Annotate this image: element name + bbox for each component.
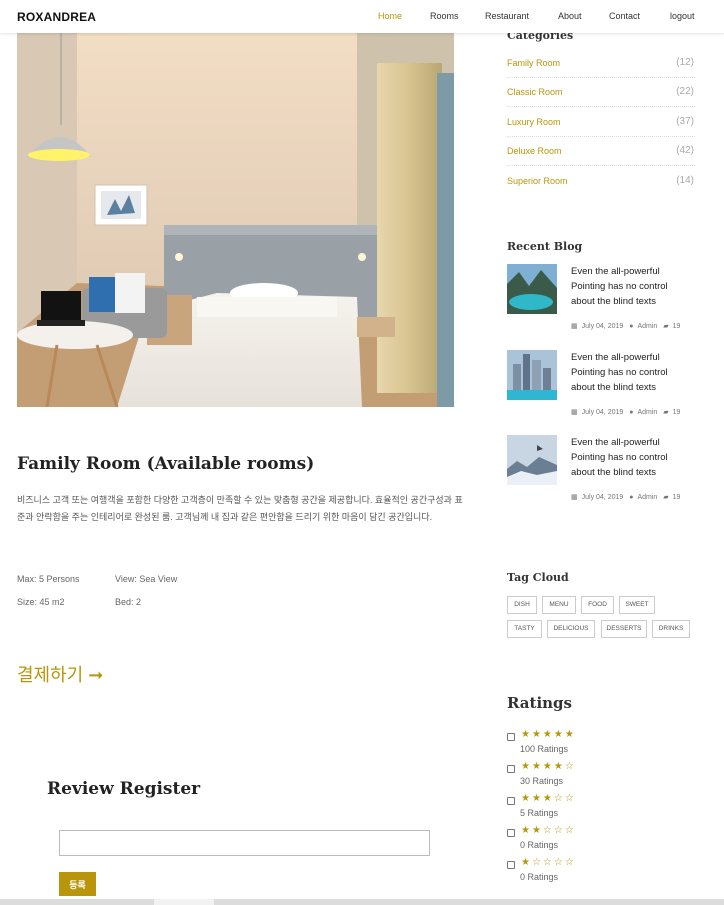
nav-contact[interactable]: Contact [609,11,640,21]
blog-meta: ▦ July 04, 2019 ● Admin ▰ 19 [571,493,684,501]
arrow-right-icon: ➞ [88,665,104,685]
rating-label: 100 Ratings [520,744,569,754]
blog-thumbnail[interactable] [507,264,557,314]
rating-filter-1[interactable]: ★☆☆☆☆ 0 Ratings [507,857,627,892]
room-title: Family Room (Available rooms) [17,454,315,474]
blog-title[interactable]: Even the all-powerful Pointing has no co… [571,350,691,395]
star-rating-icon: ★★★★★ [521,729,576,740]
nav-restaurant[interactable]: Restaurant [485,11,529,21]
rating-filter-2[interactable]: ★★☆☆☆ 0 Ratings [507,825,627,860]
nav-about[interactable]: About [558,11,582,21]
review-submit-button[interactable]: 등록 [59,872,96,896]
rating-filter-4[interactable]: ★★★★☆ 30 Ratings [507,761,627,796]
tag-tasty[interactable]: TASTY [507,620,542,638]
tag-cloud-heading: Tag Cloud [507,571,569,584]
blog-item: Even the all-powerful Pointing has no co… [507,350,697,430]
tag-delicious[interactable]: DELICIOUS [547,620,595,638]
category-count: (42) [676,145,694,156]
category-item-deluxe[interactable]: Deluxe Room (42) [507,137,695,166]
category-count: (14) [676,175,694,186]
category-name[interactable]: Family Room [507,58,560,68]
tag-drinks[interactable]: DRINKS [652,620,690,638]
blog-thumbnail[interactable] [507,435,557,485]
category-name[interactable]: Classic Room [507,87,563,97]
star-rating-icon: ★★★★☆ [521,761,576,772]
category-item-luxury[interactable]: Luxury Room (37) [507,108,695,137]
star-rating-icon: ★★★☆☆ [521,793,576,804]
category-name[interactable]: Superior Room [507,176,568,186]
nav-links: Home Rooms Restaurant About Contact logo… [0,11,724,25]
category-item-superior[interactable]: Superior Room (14) [507,167,695,196]
calendar-icon: ▦ [571,323,578,330]
blog-comments: 19 [672,494,681,501]
scrollbar-thumb[interactable] [154,899,214,905]
blog-thumbnail[interactable] [507,350,557,400]
rating-checkbox[interactable] [507,797,515,805]
blog-comments: 19 [672,409,681,416]
blog-date: July 04, 2019 [581,409,624,416]
blog-title[interactable]: Even the all-powerful Pointing has no co… [571,264,691,309]
blog-item: Even the all-powerful Pointing has no co… [507,435,697,515]
comment-icon: ▰ [663,409,669,416]
category-count: (12) [676,57,694,68]
star-rating-icon: ★★☆☆☆ [521,825,576,836]
category-name[interactable]: Deluxe Room [507,146,562,156]
room-description: 비즈니스 고객 또는 여행객을 포함한 다양한 고객층이 만족할 수 있는 맞춤… [17,495,463,522]
rating-checkbox[interactable] [507,861,515,869]
category-name[interactable]: Luxury Room [507,117,561,127]
tag-sweet[interactable]: SWEET [619,596,655,614]
category-count: (22) [676,86,694,97]
blog-meta: ▦ July 04, 2019 ● Admin ▰ 19 [571,322,684,330]
rating-label: 0 Ratings [520,872,559,882]
tag-dish[interactable]: DISH [507,596,537,614]
blog-meta: ▦ July 04, 2019 ● Admin ▰ 19 [571,408,684,416]
rating-label: 5 Ratings [520,808,559,818]
rating-checkbox[interactable] [507,733,515,741]
blog-author: Admin [637,494,658,501]
tag-desserts[interactable]: DESSERTS [601,620,647,638]
room-bed: Bed: 2 [115,597,142,607]
review-register-title: Review Register [47,779,201,799]
person-icon: ● [629,323,634,330]
nav-home[interactable]: Home [378,11,402,21]
top-navbar: ROXANDREA Home Rooms Restaurant About Co… [0,0,724,33]
nav-rooms[interactable]: Rooms [430,11,459,21]
blog-comments: 19 [672,323,681,330]
person-icon: ● [629,409,634,416]
category-item-classic[interactable]: Classic Room (22) [507,78,695,107]
room-size: Size: 45 m2 [17,597,65,607]
rating-filter-5[interactable]: ★★★★★ 100 Ratings [507,729,627,764]
comment-icon: ▰ [663,494,669,501]
category-item-family[interactable]: Family Room (12) [507,49,695,78]
blog-author: Admin [637,323,658,330]
room-photo [17,33,454,407]
category-count: (37) [676,116,694,127]
blog-item: Even the all-powerful Pointing has no co… [507,264,697,344]
calendar-icon: ▦ [571,494,578,501]
rating-checkbox[interactable] [507,765,515,773]
blog-title[interactable]: Even the all-powerful Pointing has no co… [571,435,691,480]
checkout-label: 결제하기 [17,665,84,685]
tag-food[interactable]: FOOD [581,596,614,614]
recent-blog-heading: Recent Blog [507,240,583,253]
tag-menu[interactable]: MENU [542,596,576,614]
review-textarea[interactable] [59,830,430,856]
blog-date: July 04, 2019 [581,323,624,330]
checkout-link[interactable]: 결제하기 ➞ [17,661,103,687]
comment-icon: ▰ [663,323,669,330]
rating-filter-3[interactable]: ★★★☆☆ 5 Ratings [507,793,627,828]
rating-checkbox[interactable] [507,829,515,837]
room-max-persons: Max: 5 Persons [17,574,80,584]
nav-logout[interactable]: logout [670,11,695,21]
rating-label: 0 Ratings [520,840,559,850]
calendar-icon: ▦ [571,409,578,416]
blog-date: July 04, 2019 [581,494,624,501]
blog-author: Admin [637,409,658,416]
ratings-heading: Ratings [507,694,572,712]
rating-label: 30 Ratings [520,776,564,786]
person-icon: ● [629,494,634,501]
horizontal-scrollbar[interactable] [0,899,724,905]
star-rating-icon: ★☆☆☆☆ [521,857,576,868]
room-view: View: Sea View [115,574,178,584]
